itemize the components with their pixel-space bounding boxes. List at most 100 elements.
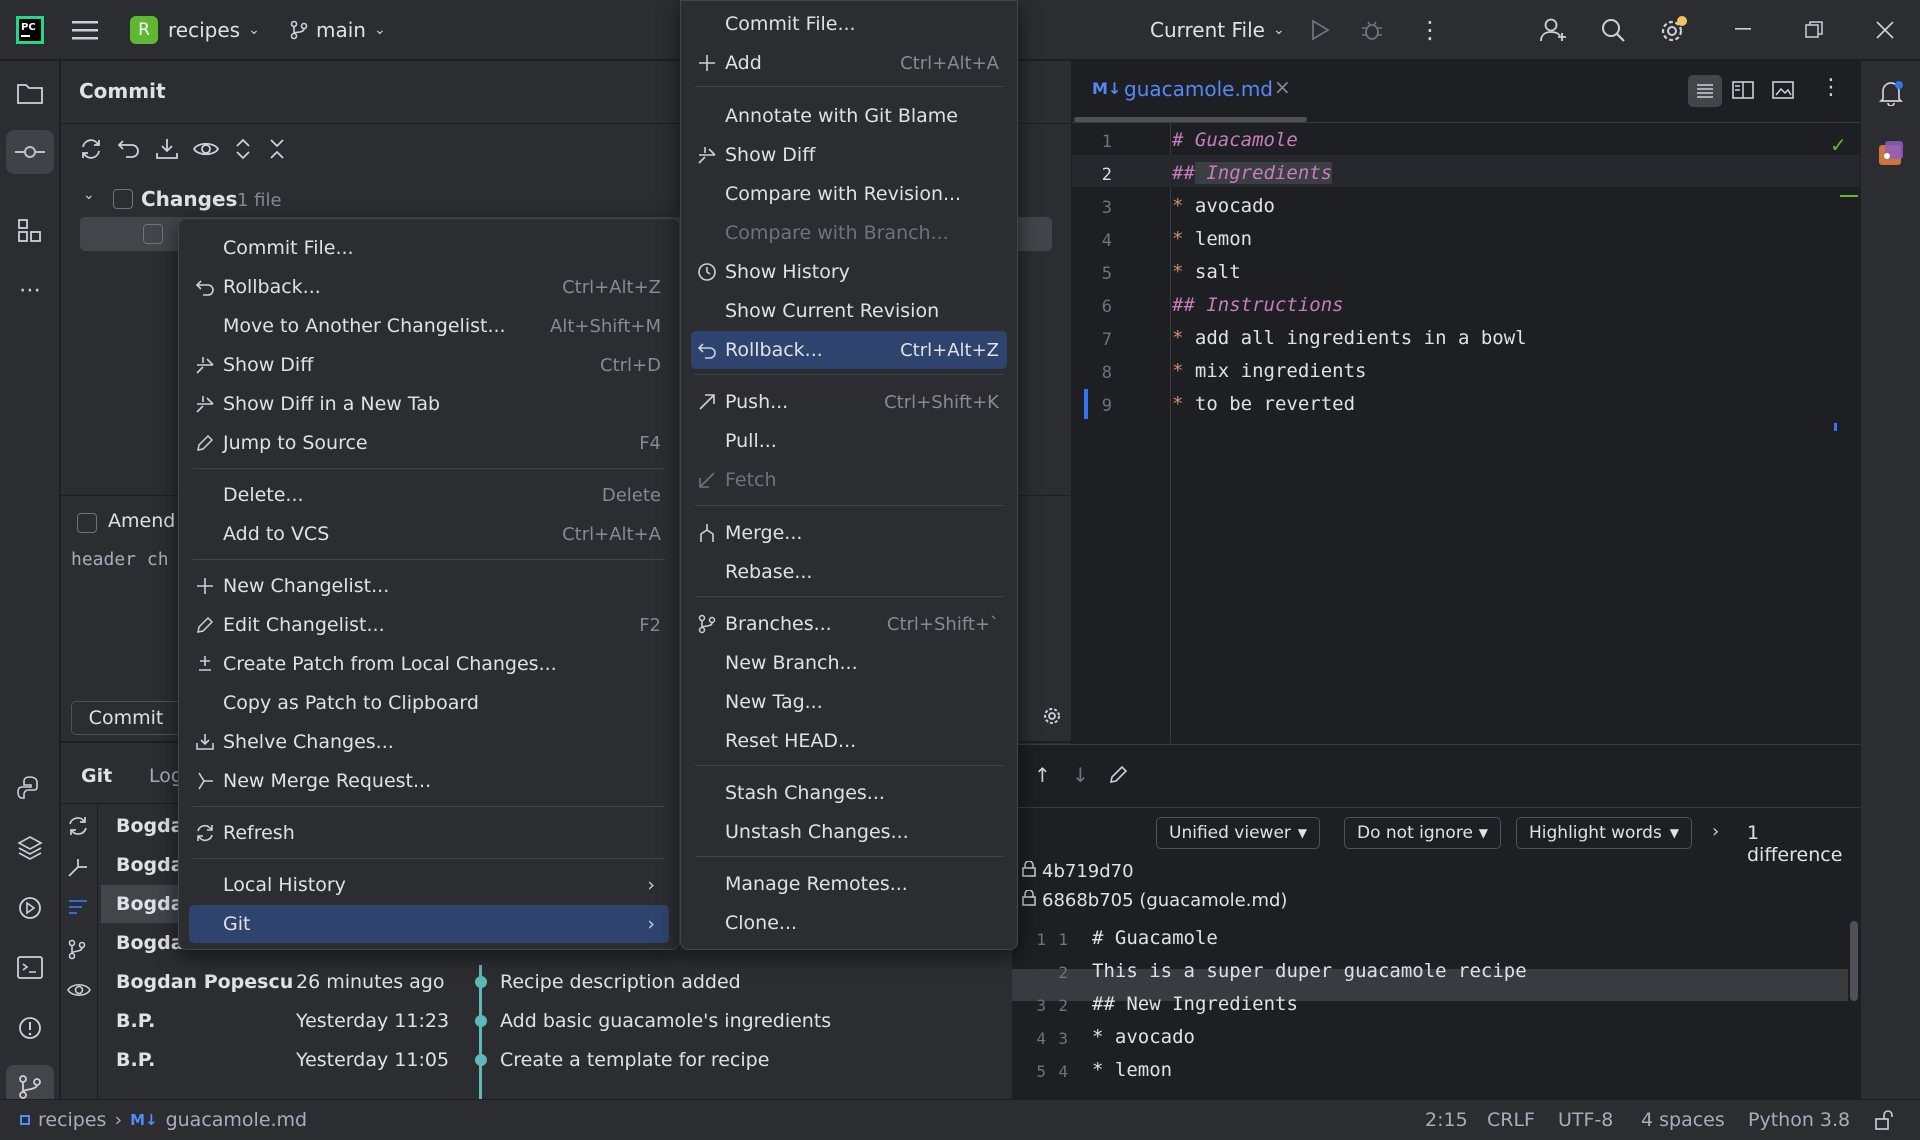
refresh-icon[interactable] — [79, 137, 103, 166]
viewer-dropdown[interactable]: Unified viewer ▼ — [1156, 817, 1320, 849]
menu-item-show-diff[interactable]: Show Diff Ctrl+D — [189, 346, 669, 384]
menu-item-annotate-with-git-blame[interactable]: Annotate with Git Blame — [691, 97, 1007, 135]
ignore-dropdown[interactable]: Do not ignore ▼ — [1344, 817, 1501, 849]
terminal-icon[interactable] — [6, 946, 54, 990]
eye-icon[interactable] — [192, 137, 220, 166]
close-icon[interactable] — [1876, 0, 1894, 60]
chevron-down-icon[interactable]: ⌄ — [83, 187, 95, 203]
code-line[interactable]: * salt — [1172, 261, 1241, 283]
preview-icon[interactable] — [1772, 81, 1794, 104]
project-widget[interactable]: R recipes ⌄ — [130, 0, 260, 60]
ai-assistant-icon[interactable] — [1867, 131, 1915, 175]
python-console-icon[interactable] — [6, 766, 54, 810]
add-user-icon[interactable] — [1540, 0, 1568, 60]
services-icon[interactable] — [6, 886, 54, 930]
code-line[interactable]: * lemon — [1172, 228, 1252, 250]
menu-item-rebase[interactable]: Rebase... — [691, 553, 1007, 591]
menu-item-jump-to-source[interactable]: Jump to Source F4 — [189, 424, 669, 462]
menu-item-edit-changelist[interactable]: Edit Changelist... F2 — [189, 606, 669, 644]
commit-row[interactable]: B.P. Yesterday 11:05 Create a template for… — [116, 1041, 1066, 1079]
commit-row[interactable]: B.P. Yesterday 11:23 Add basic guacamole's… — [116, 1002, 1066, 1040]
filter-icon[interactable] — [67, 897, 91, 924]
menu-item-unstash-changes[interactable]: Unstash Changes... — [691, 813, 1007, 851]
menu-item-new-merge-request[interactable]: New Merge Request... — [189, 762, 669, 800]
split-view-icon[interactable] — [1732, 81, 1754, 104]
diff-line[interactable]: # Guacamole — [1092, 927, 1218, 949]
menu-item-rollback[interactable]: Rollback... Ctrl+Alt+Z — [691, 331, 1007, 369]
menu-item-shelve-changes[interactable]: Shelve Changes... — [189, 723, 669, 761]
project-folder-icon[interactable] — [6, 71, 54, 115]
lock-icon[interactable] — [1874, 1110, 1894, 1135]
code-line[interactable]: * avocado — [1172, 195, 1275, 217]
menu-item-move-to-another-changelist[interactable]: Move to Another Changelist... Alt+Shift+M — [189, 307, 669, 345]
editor-tab-title[interactable]: guacamole.md — [1124, 77, 1273, 101]
branch-icon[interactable] — [67, 938, 91, 965]
breadcrumb-project[interactable]: recipes — [38, 1109, 106, 1131]
menu-item-show-current-revision[interactable]: Show Current Revision — [691, 292, 1007, 330]
minimize-icon[interactable] — [1735, 0, 1753, 60]
menu-item-new-tag[interactable]: New Tag... — [691, 683, 1007, 721]
main-menu-icon[interactable] — [72, 0, 98, 60]
previous-difference-icon[interactable]: ↑ — [1034, 763, 1051, 787]
refresh-icon[interactable] — [67, 815, 91, 842]
commit-message-field[interactable]: header ch — [71, 549, 169, 570]
search-icon[interactable] — [1600, 0, 1626, 60]
file-encoding[interactable]: UTF-8 — [1558, 1109, 1613, 1131]
update-icon[interactable] — [155, 137, 179, 166]
run-config-selector[interactable]: Current File ⌄ — [1150, 0, 1285, 60]
eye-icon[interactable] — [67, 979, 91, 1006]
branch-widget[interactable]: main ⌄ — [290, 0, 386, 60]
diff-line[interactable]: ## New Ingredients — [1092, 993, 1298, 1015]
menu-item-add-to-vcs[interactable]: Add to VCS Ctrl+Alt+A — [189, 515, 669, 553]
menu-item-compare-with-revision[interactable]: Compare with Revision... — [691, 175, 1007, 213]
code-line[interactable]: # Guacamole — [1172, 129, 1298, 151]
file-checkbox[interactable] — [143, 224, 163, 244]
menu-item-merge[interactable]: Merge... — [691, 514, 1007, 552]
more-actions-icon[interactable]: ⋮ — [1418, 0, 1442, 60]
menu-item-add[interactable]: Add Ctrl+Alt+A — [691, 44, 1007, 82]
edit-icon[interactable] — [1108, 765, 1128, 790]
collapse-all-icon[interactable] — [267, 137, 287, 166]
menu-item-push[interactable]: Push... Ctrl+Shift+K — [691, 383, 1007, 421]
commit-tool-icon[interactable] — [6, 130, 54, 174]
diff-line[interactable]: This is a super duper guacamole recipe — [1092, 960, 1527, 982]
no-problems-check-icon[interactable]: ✓ — [1830, 133, 1847, 157]
code-line[interactable]: ## Ingredients — [1172, 162, 1333, 184]
menu-item-reset-head[interactable]: Reset HEAD... — [691, 722, 1007, 760]
layers-icon[interactable] — [6, 826, 54, 870]
code-line[interactable]: * mix ingredients — [1172, 360, 1366, 382]
menu-item-copy-as-patch-to-clipboard[interactable]: Copy as Patch to Clipboard — [189, 684, 669, 722]
close-tab-icon[interactable]: × — [1274, 75, 1291, 99]
menu-item-local-history[interactable]: Local History › — [189, 866, 669, 904]
caret-position[interactable]: 2:15 — [1425, 1109, 1468, 1131]
menu-item-manage-remotes[interactable]: Manage Remotes... — [691, 865, 1007, 903]
menu-item-delete[interactable]: Delete... Delete — [189, 476, 669, 514]
code-line[interactable]: ## Instructions — [1172, 294, 1344, 316]
menu-item-rollback[interactable]: Rollback... Ctrl+Alt+Z — [189, 268, 669, 306]
notifications-icon[interactable] — [1867, 71, 1915, 115]
menu-item-pull[interactable]: Pull... — [691, 422, 1007, 460]
menu-item-show-history[interactable]: Show History — [691, 253, 1007, 291]
menu-item-new-branch[interactable]: New Branch... — [691, 644, 1007, 682]
menu-item-commit-file[interactable]: Commit File... — [691, 5, 1007, 43]
chevron-right-icon[interactable]: › — [1712, 821, 1719, 842]
cherry-pick-icon[interactable] — [67, 856, 91, 883]
structure-icon[interactable] — [6, 209, 54, 253]
tab-git[interactable]: Git — [81, 765, 112, 787]
menu-item-show-diff[interactable]: Show Diff — [691, 136, 1007, 174]
restore-icon[interactable] — [1805, 0, 1823, 60]
editor-only-icon[interactable] — [1688, 75, 1722, 107]
menu-item-refresh[interactable]: Refresh — [189, 814, 669, 852]
commit-row[interactable]: Bogdan Popescu 26 minutes ago Recipe descr… — [116, 963, 1066, 1001]
diff-line[interactable]: * lemon — [1092, 1059, 1172, 1081]
run-icon[interactable] — [1310, 0, 1330, 60]
more-tools-icon[interactable]: ⋯ — [6, 268, 54, 312]
amend-checkbox[interactable] — [77, 513, 97, 533]
diff-scrollbar[interactable] — [1850, 921, 1858, 1001]
menu-item-branches[interactable]: Branches... Ctrl+Shift+` — [691, 605, 1007, 643]
line-separator[interactable]: CRLF — [1487, 1109, 1535, 1131]
debug-icon[interactable] — [1360, 0, 1384, 60]
menu-item-stash-changes[interactable]: Stash Changes... — [691, 774, 1007, 812]
changes-checkbox[interactable] — [113, 189, 133, 209]
highlight-dropdown[interactable]: Highlight words ▼ — [1516, 817, 1692, 849]
